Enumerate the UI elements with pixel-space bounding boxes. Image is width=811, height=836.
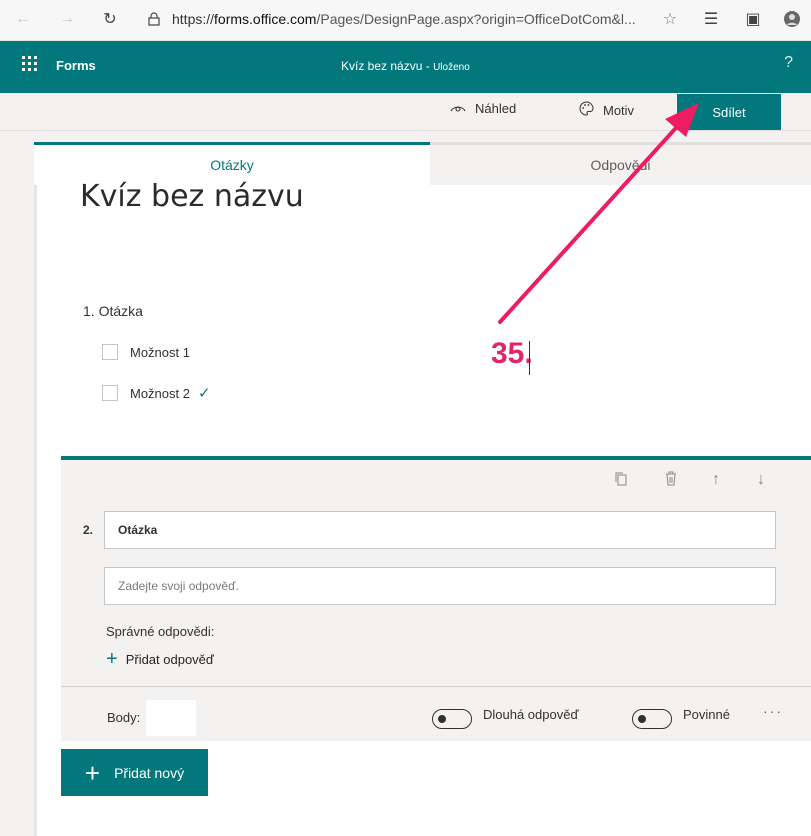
favorites-icon[interactable]: ☰ <box>701 9 721 29</box>
preview-button[interactable]: Náhled <box>450 101 516 116</box>
forms-app-bar: Forms Kvíz bez názvu - Uloženo ? <box>0 41 811 93</box>
url-path: /Pages/DesignPage.aspx?origin=OfficeDotC… <box>316 11 636 27</box>
points-label: Body: <box>107 710 141 725</box>
question-1-option-2[interactable]: Možnost 2 ✓ <box>102 384 211 402</box>
url-domain: forms.office.com <box>214 11 317 27</box>
profile-icon[interactable] <box>782 9 802 29</box>
long-answer-label: Dlouhá odpověď <box>483 707 579 722</box>
move-down-icon[interactable]: ↓ <box>757 471 765 489</box>
question-1-title[interactable]: 1. Otázka <box>83 303 143 319</box>
answer-input[interactable]: Zadejte svoji odpověď. <box>104 567 776 605</box>
preview-label: Náhled <box>475 101 517 116</box>
palette-icon <box>579 101 594 119</box>
add-new-label: Přidat nový <box>114 764 185 781</box>
checkbox-icon <box>102 344 118 360</box>
plus-icon: + <box>84 757 101 788</box>
add-new-button[interactable]: + Přidat nový <box>61 749 208 796</box>
option-label: Možnost 2 <box>130 385 190 401</box>
question-1-option-1[interactable]: Možnost 1 <box>102 344 190 360</box>
refresh-icon[interactable]: ↻ <box>100 9 120 29</box>
question-2-text-field[interactable]: Otázka <box>104 511 776 549</box>
plus-icon: + <box>106 648 118 670</box>
save-status: Uloženo <box>433 62 470 73</box>
share-button[interactable]: Sdílet <box>677 94 781 130</box>
address-bar[interactable]: https://forms.office.com/Pages/DesignPag… <box>172 11 636 27</box>
lock-icon <box>144 9 164 29</box>
form-title-status: Kvíz bez názvu - Uloženo <box>341 59 470 73</box>
form-name: Kvíz bez názvu <box>341 59 423 73</box>
back-icon[interactable]: ← <box>13 9 33 29</box>
app-launcher-icon[interactable] <box>22 56 38 72</box>
required-label: Povinné <box>683 707 730 722</box>
copy-icon[interactable] <box>614 471 628 492</box>
question-2-divider <box>61 686 811 687</box>
option-label: Možnost 1 <box>130 344 190 360</box>
add-answer-button[interactable]: + Přidat odpověď <box>106 648 214 670</box>
long-answer-toggle[interactable] <box>432 709 472 729</box>
step-annotation: 35. <box>491 337 533 370</box>
eye-icon <box>450 101 466 116</box>
theme-label: Motiv <box>603 102 635 118</box>
text-cursor <box>529 341 530 375</box>
delete-icon[interactable] <box>664 471 678 492</box>
question-2-number: 2. <box>83 523 94 537</box>
points-input[interactable] <box>146 700 196 736</box>
help-button[interactable]: ? <box>784 54 793 72</box>
theme-button[interactable]: Motiv <box>579 101 634 119</box>
collections-icon[interactable]: ▣ <box>743 9 763 29</box>
left-rail <box>34 142 37 836</box>
forward-icon[interactable]: → <box>57 9 77 29</box>
correct-check-icon: ✓ <box>197 385 211 402</box>
quiz-title[interactable]: Kvíz bez názvu <box>80 178 304 210</box>
app-name[interactable]: Forms <box>56 58 96 73</box>
more-options-button[interactable]: ··· <box>763 703 783 719</box>
add-answer-label: Přidat odpověď <box>125 651 214 667</box>
title-separator: - <box>425 59 430 73</box>
url-prefix: https:// <box>172 11 215 27</box>
move-up-icon[interactable]: ↑ <box>712 471 720 489</box>
checkbox-icon <box>102 385 118 401</box>
correct-answers-label: Správné odpovědi: <box>106 624 215 639</box>
tab-responses[interactable]: Odpovědi <box>430 142 811 185</box>
star-icon[interactable]: ☆ <box>660 9 680 29</box>
required-toggle[interactable] <box>632 709 672 729</box>
